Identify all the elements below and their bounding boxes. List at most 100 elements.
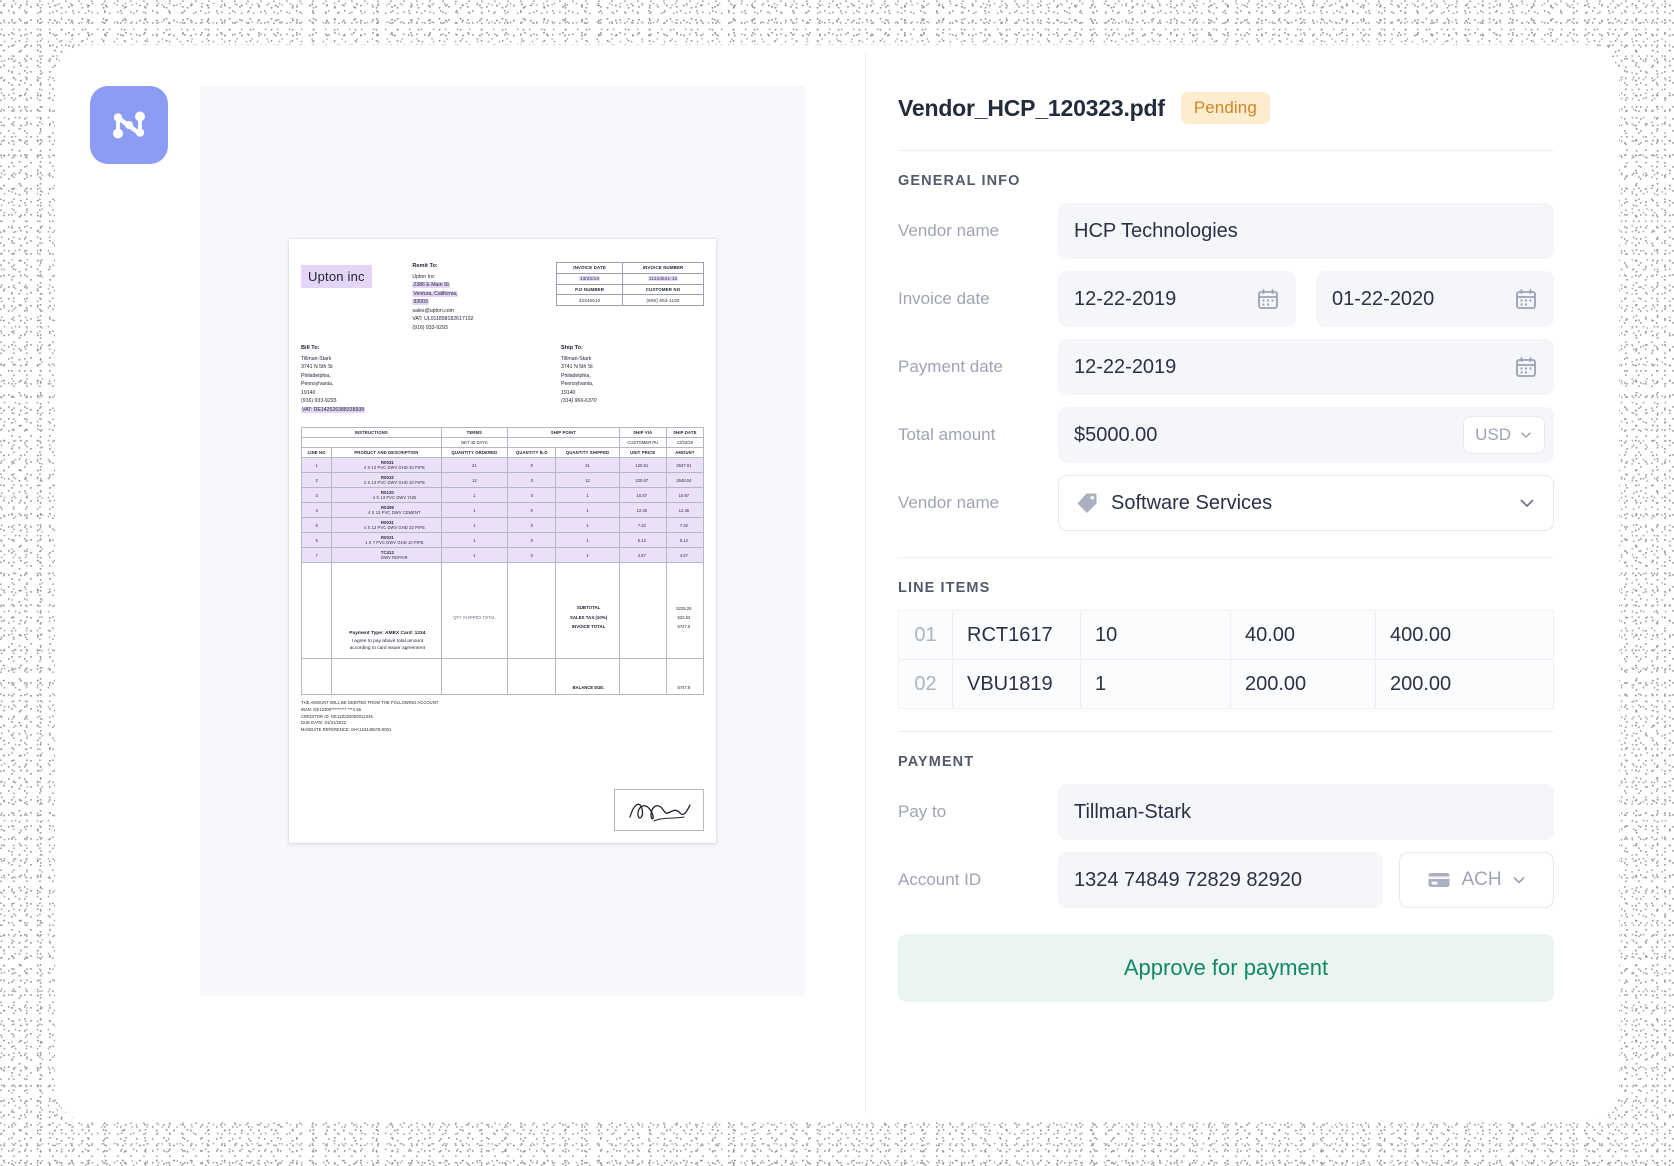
- document-filename: Vendor_HCP_120323.pdf: [898, 95, 1165, 122]
- signature-box: [614, 789, 704, 831]
- bill-to-state: Pennsylvania,: [301, 381, 333, 387]
- line-items-section-title: LINE ITEMS: [898, 580, 1554, 596]
- invoice-date-input[interactable]: 12-22-2019: [1058, 271, 1296, 327]
- header-divider: [898, 150, 1554, 151]
- col-product: PRODUCT AND DESCRIPTION: [332, 448, 441, 458]
- invoice-footer-note: THE AMOUNT WILL BE DEBITED FROM THE FOLL…: [301, 700, 704, 734]
- currency-select[interactable]: USD: [1463, 416, 1545, 454]
- balance-spacer-1: [302, 659, 332, 695]
- sales-tax-value: 522.52: [669, 613, 699, 622]
- document-viewer-pane: Upton inc Remit To: Upton Inc 2386 E Mai…: [62, 52, 865, 1114]
- line-no: 7: [302, 548, 332, 563]
- invoice-preview[interactable]: Upton inc Remit To: Upton Inc 2386 E Mai…: [289, 239, 716, 843]
- category-value: Software Services: [1111, 492, 1505, 515]
- invoice-meta-col: INVOICE DATE INVOICE NUMBER 13/22/19 112…: [552, 253, 704, 332]
- payment-type-label: Payment Type:: [349, 631, 383, 636]
- line-no: 2: [302, 473, 332, 488]
- pay-to-input[interactable]: Tillman-Stark: [1058, 784, 1554, 840]
- invoice-due-date-value: 01-22-2020: [1332, 288, 1514, 311]
- col-qty-ordered: QUANTITY ORDERED: [441, 448, 508, 458]
- subtotal-value: 5225.28: [669, 604, 699, 613]
- payment-date-input[interactable]: 12-22-2019: [1058, 339, 1554, 395]
- calendar-icon[interactable]: [1514, 287, 1538, 311]
- payment-method-value: ACH: [1461, 869, 1501, 891]
- val-ship-date: 12/23/20: [666, 438, 703, 448]
- ship-to-street: 3741 N 5th St: [561, 364, 593, 370]
- line-price: 12.45: [619, 503, 666, 518]
- line-no: 4: [302, 503, 332, 518]
- line-shipped: 12: [556, 473, 619, 488]
- category-select[interactable]: Software Services: [1058, 475, 1554, 531]
- line-price: 120.81: [619, 458, 666, 473]
- bill-to-city: Philadelphia,: [301, 373, 331, 379]
- total-amount-input[interactable]: $5000.00 USD: [1058, 407, 1554, 463]
- approve-for-payment-button[interactable]: Approve for payment: [898, 934, 1554, 1002]
- vendor-name-label: Vendor name: [898, 221, 1058, 241]
- general-info-section-title: GENERAL INFO: [898, 173, 1554, 189]
- bill-to-vat: VAT: DE142526388338938: [301, 407, 365, 413]
- line-amount: 10.67: [666, 488, 703, 503]
- bill-to-label: Bill To:: [301, 344, 561, 353]
- app-logo[interactable]: [90, 86, 168, 164]
- ship-to-zip: 19140: [561, 390, 575, 396]
- invoice-due-date-input[interactable]: 01-22-2020: [1316, 271, 1554, 327]
- line-bo: 0: [508, 503, 556, 518]
- category-label: Vendor name: [898, 493, 1058, 513]
- line-product: R00314 X 13 PVC DWV GHD 32 PIPE: [332, 458, 441, 473]
- payment-method-select[interactable]: ACH: [1399, 852, 1554, 908]
- qty-shipped-total-label: QTY SHIPPED TOTAL: [444, 601, 506, 620]
- vendor-name-input[interactable]: HCP Technologies: [1058, 203, 1554, 259]
- chevron-down-icon: [1519, 428, 1533, 442]
- line-shipped: 1: [556, 548, 619, 563]
- balance-spacer-4: [508, 659, 556, 695]
- calendar-icon[interactable]: [1256, 287, 1280, 311]
- meta-v-customer-no: (805) 653-1100: [623, 295, 704, 306]
- line-amount: 12.45: [666, 503, 703, 518]
- line-amount: 5.12: [666, 533, 703, 548]
- payment-date-value: 12-22-2019: [1074, 356, 1514, 379]
- line-shipped: 21: [556, 458, 619, 473]
- line-product: R00314 X 13 PVC DWV GHD 32 PIPE: [332, 518, 441, 533]
- line-price: 5.12: [619, 533, 666, 548]
- totals-values-cell: 5225.28 522.52 5747.8: [666, 563, 703, 659]
- balance-spacer-3: [441, 659, 508, 695]
- row-unit-price: 200.00: [1231, 660, 1376, 709]
- invoice-line-table: INSTRUCTIONS TERMS SHIP POINT SHIP VIA S…: [301, 427, 704, 695]
- line-shipped: 1: [556, 488, 619, 503]
- app-window: Upton inc Remit To: Upton Inc 2386 E Mai…: [62, 52, 1612, 1114]
- node-graph-logo-icon: [107, 103, 151, 147]
- line-price: 7.32: [619, 518, 666, 533]
- col-ship-point: SHIP POINT: [508, 428, 620, 438]
- row-index: 02: [899, 660, 953, 709]
- qty-shipped-total-cell: QTY SHIPPED TOTAL: [441, 563, 508, 659]
- calendar-icon[interactable]: [1514, 355, 1538, 379]
- ship-to-phone: (314) 966-6370: [561, 398, 596, 404]
- col-terms: TERMS: [441, 428, 508, 438]
- account-id-input[interactable]: 1324 74849 72829 82920: [1058, 852, 1383, 908]
- payment-agreement-2: according to card issuer agreement: [350, 646, 425, 651]
- line-product: TC412DWV REPAIR: [332, 548, 441, 563]
- line-no: 3: [302, 488, 332, 503]
- col-instructions: INSTRUCTIONS: [302, 428, 442, 438]
- vendor-name-row: Vendor name HCP Technologies: [898, 203, 1554, 259]
- invoice-date-value: 12-22-2019: [1074, 288, 1256, 311]
- line-ordered: 1: [441, 503, 508, 518]
- account-id-row: Account ID 1324 74849 72829 82920 ACH: [898, 852, 1554, 908]
- account-id-value: 1324 74849 72829 82920: [1074, 869, 1367, 892]
- footer-line-3: CREDITOR ID: DE12Z220000012345: [301, 714, 704, 721]
- col-amount: AMOUNT: [666, 448, 703, 458]
- remit-email: sales@upton.com: [412, 308, 454, 314]
- bill-to-street: 3741 N 5th St: [301, 364, 333, 370]
- ship-to-label: Ship To:: [561, 344, 704, 353]
- table-row[interactable]: 01 RCT1617 10 40.00 400.00: [899, 611, 1554, 660]
- row-index: 01: [899, 611, 953, 660]
- meta-h-po-number: P.O NUMBER: [557, 284, 623, 295]
- line-ordered: 1: [441, 533, 508, 548]
- line-bo: 0: [508, 488, 556, 503]
- line-items-table: 01 RCT1617 10 40.00 400.00 02 VBU1819 1 …: [898, 610, 1554, 709]
- credit-card-icon: [1426, 867, 1452, 893]
- row-qty: 10: [1081, 611, 1231, 660]
- invoice-total-label: INVOICE TOTAL: [560, 622, 616, 632]
- row-amount: 200.00: [1376, 660, 1554, 709]
- table-row[interactable]: 02 VBU1819 1 200.00 200.00: [899, 660, 1554, 709]
